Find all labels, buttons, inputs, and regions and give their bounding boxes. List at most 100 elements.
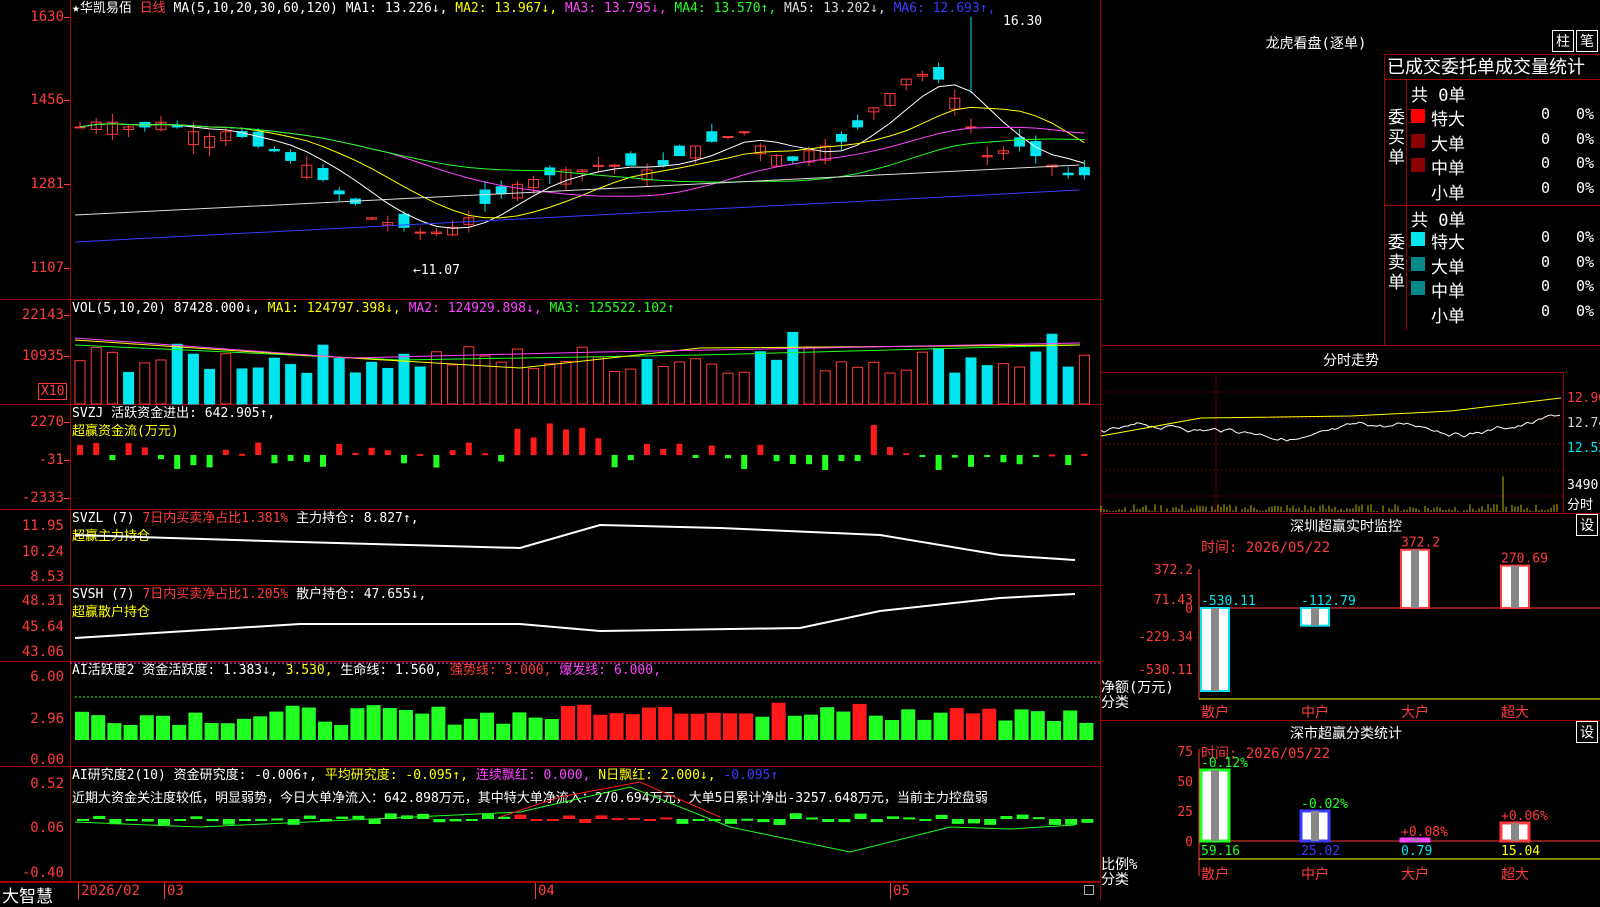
svzj-panel[interactable]: 2270 -31 -2333 SVZJ 活跃资金进出: 642.905↑, 超赢… — [0, 405, 1100, 510]
sz-class-chart[interactable]: 75 50 25 0 -0.12% 59.16 散户 -0.02% 25.02 中户 +0.08% 0… — [1101, 721, 1600, 901]
lhb-tabs[interactable]: 已成交委托单成交量统计 — [1384, 54, 1600, 80]
ratio-change-label: +0.08% — [1401, 825, 1448, 840]
activity-bar — [1014, 709, 1029, 740]
research-bar — [903, 817, 916, 820]
volume-bar — [544, 363, 556, 405]
svsh-panel[interactable]: 48.31 45.64 43.06 SVSH (7) 7日内买卖净占比1.205… — [0, 586, 1100, 662]
flow-bar — [530, 437, 537, 455]
activity-bar — [91, 715, 106, 740]
y-tick: 75 — [1177, 745, 1193, 760]
candlestick-chart[interactable] — [0, 0, 1100, 300]
volume-chart[interactable] — [0, 300, 1100, 405]
fenshi-panel[interactable]: 分时走势 12.96 12.74 12.52 3490 分时 — [1100, 345, 1600, 514]
research-bar — [514, 814, 527, 819]
candle-body — [738, 131, 750, 134]
legend-swatch — [1411, 232, 1425, 246]
retail-position-chart[interactable] — [0, 586, 1100, 662]
order-count: 0 — [1541, 129, 1551, 148]
activity-bar — [706, 712, 721, 740]
research-bar — [984, 819, 997, 825]
activity-bar — [123, 724, 138, 740]
volume-bar — [155, 359, 167, 405]
flow-bar — [206, 455, 213, 468]
flow-bar — [465, 442, 472, 455]
activity-bar — [820, 707, 835, 740]
order-count: 0 — [1541, 105, 1551, 123]
research-line-red — [499, 781, 721, 818]
category-label: 散户 — [1201, 866, 1229, 883]
research-bar — [741, 818, 754, 821]
ma5-line — [74, 164, 1080, 216]
activity-bar — [480, 712, 494, 740]
lock-icon[interactable] — [1084, 885, 1094, 895]
flow-bar — [514, 428, 521, 455]
activity-bar — [269, 711, 284, 740]
volume-panel[interactable]: 22143 10935 X10 VOL(5,10,20) 87428.000↓,… — [0, 300, 1100, 405]
flow-bar — [822, 455, 829, 470]
fenshi-y-tick: 12.96 — [1567, 391, 1600, 406]
flow-bar — [806, 455, 812, 465]
research-bar — [449, 819, 462, 822]
net-value-label: -530.11 — [1201, 594, 1256, 609]
sz-class-panel: 深市超赢分类统计 设 时间: 2026/05/22 比例% 分类 75 50 25 0… — [1100, 720, 1600, 900]
flow-bar — [919, 455, 926, 457]
flow-bar — [109, 455, 116, 461]
category-label: 大户 — [1401, 866, 1429, 883]
ai-research-panel[interactable]: 0.52 0.06 -0.40 AI研究度2(10) 资金研究度: -0.006… — [0, 767, 1100, 882]
ratio-value-label: 25.02 — [1301, 844, 1340, 859]
flow-bar — [676, 443, 683, 455]
ratio-value-label: 15.04 — [1501, 844, 1540, 859]
research-bar — [887, 816, 899, 819]
ratio-change-label: +0.06% — [1501, 809, 1548, 824]
research-chart[interactable] — [0, 767, 1100, 882]
capital-flow-chart[interactable] — [0, 405, 1100, 510]
order-count: 0 — [1541, 252, 1551, 271]
activity-bar — [771, 702, 786, 740]
net-bar-shade — [1311, 608, 1319, 626]
activity-bar — [139, 715, 154, 740]
volume-bar — [722, 372, 734, 405]
net-value-label: 372.2 — [1401, 536, 1440, 551]
tick-mode-button[interactable]: 笔 — [1576, 30, 1598, 52]
order-pct: 0% — [1576, 178, 1595, 197]
volume-bar — [447, 364, 459, 405]
sz-monitor-panel: 深圳超赢实时监控 设 时间: 2026/05/22 净额(万元) 分类 372.… — [1100, 513, 1600, 721]
legend-swatch — [1411, 256, 1425, 271]
volume-bar — [771, 359, 783, 405]
legend-swatch — [1411, 109, 1425, 123]
order-type: 中单 — [1431, 159, 1465, 179]
research-bar — [935, 814, 948, 819]
activity-bar — [463, 718, 478, 740]
research-bar — [239, 819, 251, 821]
svzl-panel[interactable]: 11.95 10.24 8.53 SVZL (7) 7日内买卖净占比1.381%… — [0, 510, 1100, 586]
activity-bar — [172, 724, 187, 740]
ratio-change-label: -0.12% — [1201, 756, 1248, 771]
candle-body — [414, 231, 426, 234]
activity-chart[interactable] — [0, 662, 1100, 767]
sz-monitor-chart[interactable]: 372.271.430-229.34-530.11-530.11散户-112.7… — [1101, 514, 1600, 721]
kline-panel[interactable]: 1630 1456 1281 1107 ★华凯易佰 日线 MA(5,10,20,… — [0, 0, 1100, 300]
category-label: 超大 — [1501, 867, 1529, 883]
research-bar — [303, 815, 316, 819]
flow-bar — [854, 455, 861, 462]
flow-bar — [255, 442, 262, 455]
bar-mode-button[interactable]: 柱 — [1552, 30, 1574, 52]
volume-bar — [285, 364, 297, 405]
volume-bar — [916, 351, 928, 405]
activity-bar — [868, 715, 883, 740]
activity-bar — [204, 723, 219, 740]
flow-bar — [757, 444, 764, 455]
activity-bar — [156, 715, 170, 740]
volume-bar — [252, 367, 264, 405]
category-label: 大户 — [1401, 704, 1429, 721]
volume-bar — [835, 361, 847, 405]
volume-bar — [852, 366, 864, 405]
candle-body — [285, 152, 297, 161]
activity-bar — [107, 723, 122, 740]
main-position-chart[interactable] — [0, 510, 1100, 586]
research-bar — [563, 815, 575, 819]
ai-activity-panel[interactable]: 6.00 2.96 0.00 AI活跃度2 资金活跃度: 1.383↓, 3.5… — [0, 662, 1100, 767]
flow-bar — [968, 455, 974, 467]
intraday-chart[interactable] — [1100, 346, 1563, 514]
high-price-note: 16.30 — [1003, 14, 1043, 29]
